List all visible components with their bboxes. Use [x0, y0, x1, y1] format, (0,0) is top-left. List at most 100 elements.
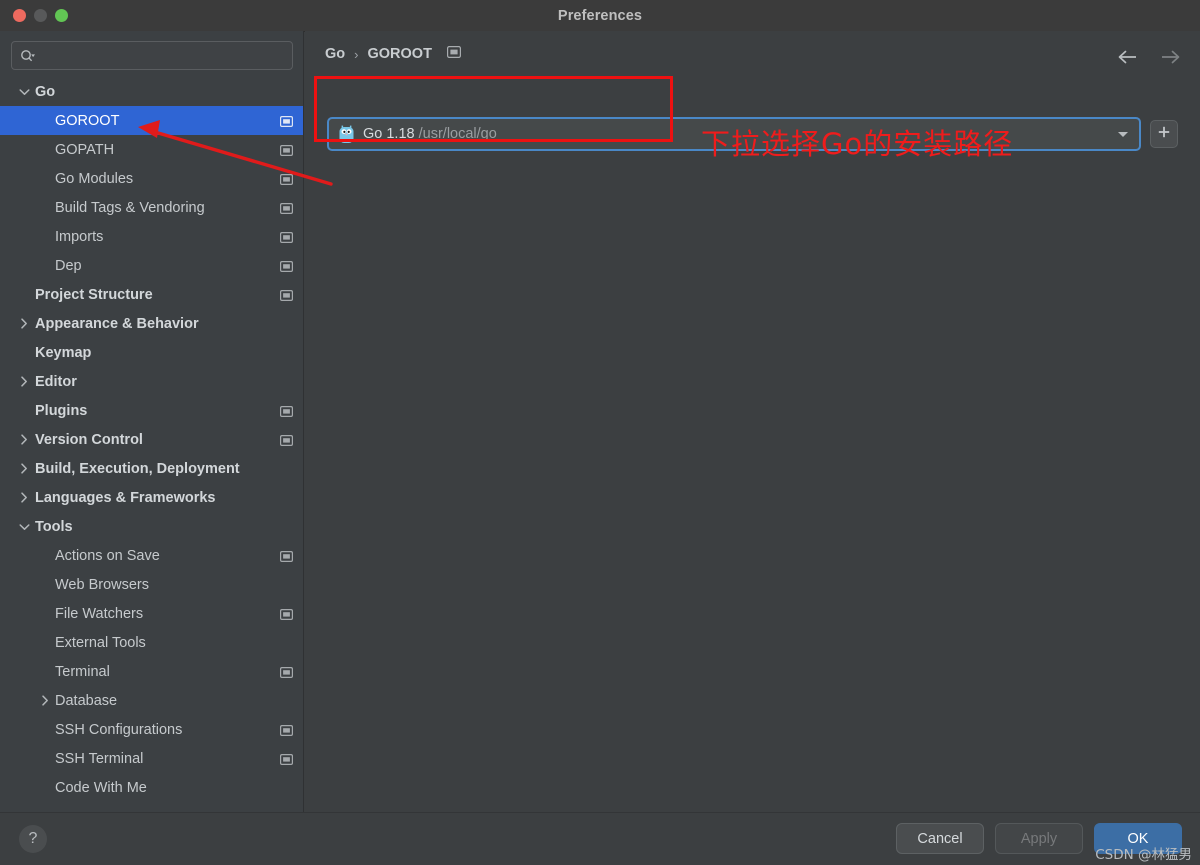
sidebar-item-label: Database: [55, 692, 118, 709]
search-icon: [20, 49, 36, 63]
sidebar-item-file-watchers[interactable]: File Watchers: [0, 599, 303, 628]
settings-sidebar: Go GOROOT GOPATH Go Modules Build Tags & Ven…: [0, 31, 304, 812]
sidebar-item-ssh-terminal[interactable]: SSH Terminal: [0, 744, 303, 773]
goroot-path: /usr/local/go: [418, 126, 497, 142]
project-scope-icon: [280, 260, 294, 273]
cancel-button[interactable]: Cancel: [896, 823, 984, 854]
sidebar-item-label: SSH Configurations: [55, 721, 183, 738]
sidebar-item-label: Appearance & Behavior: [35, 315, 199, 332]
gopher-icon: [338, 125, 355, 144]
sidebar-item-label: Project Structure: [35, 286, 153, 303]
help-button[interactable]: ?: [19, 825, 47, 853]
sidebar-item-label: External Tools: [55, 634, 146, 651]
goroot-version: Go 1.18: [363, 126, 415, 142]
sidebar-item-version-control[interactable]: Version Control: [0, 425, 303, 454]
window-controls: [13, 0, 68, 31]
breadcrumb: Go › GOROOT: [325, 46, 461, 62]
sidebar-item-code-with-me[interactable]: Code With Me: [0, 773, 303, 802]
sidebar-item-label: Keymap: [35, 344, 92, 361]
sidebar-item-appearance-behavior[interactable]: Appearance & Behavior: [0, 309, 303, 338]
project-scope-icon: [280, 753, 294, 766]
close-window-button[interactable]: [13, 9, 26, 22]
sidebar-item-label: Imports: [55, 228, 104, 245]
window-title: Preferences: [557, 7, 643, 24]
sidebar-item-goroot[interactable]: GOROOT: [0, 106, 303, 135]
search-box[interactable]: [11, 41, 293, 70]
sidebar-item-web-browsers[interactable]: Web Browsers: [0, 570, 303, 599]
project-scope-icon: [280, 666, 294, 679]
sidebar-item-label: Code With Me: [55, 779, 147, 796]
settings-tree: Go GOROOT GOPATH Go Modules Build Tags & Ven…: [0, 77, 303, 802]
minimize-window-button[interactable]: [34, 9, 47, 22]
zoom-window-button[interactable]: [55, 9, 68, 22]
apply-button: Apply: [995, 823, 1083, 854]
project-scope-icon: [280, 289, 294, 302]
navigation-arrows: [1115, 44, 1183, 70]
chevron-right-icon[interactable]: [14, 318, 34, 329]
chevron-right-icon[interactable]: [14, 492, 34, 503]
project-scope-icon: [280, 405, 294, 418]
project-scope-icon: [280, 434, 294, 447]
sidebar-item-imports[interactable]: Imports: [0, 222, 303, 251]
project-scope-icon: [280, 550, 294, 563]
arrow-left-icon[interactable]: [1115, 44, 1141, 70]
sidebar-item-terminal[interactable]: Terminal: [0, 657, 303, 686]
sidebar-item-plugins[interactable]: Plugins: [0, 396, 303, 425]
sidebar-item-external-tools[interactable]: External Tools: [0, 628, 303, 657]
chevron-down-icon[interactable]: [14, 523, 34, 531]
sidebar-item-go-modules[interactable]: Go Modules: [0, 164, 303, 193]
project-scope-icon[interactable]: [446, 46, 461, 62]
sidebar-item-label: Actions on Save: [55, 547, 160, 564]
sidebar-item-label: Go: [35, 83, 56, 100]
breadcrumb-leaf: GOROOT: [367, 46, 432, 62]
chevron-right-icon[interactable]: [14, 463, 34, 474]
chevron-right-icon[interactable]: [14, 434, 34, 445]
sidebar-item-label: Languages & Frameworks: [35, 489, 216, 506]
sidebar-item-database[interactable]: Database: [0, 686, 303, 715]
sidebar-item-editor[interactable]: Editor: [0, 367, 303, 396]
chevron-right-icon[interactable]: [35, 695, 55, 706]
sidebar-item-label: GOROOT: [55, 112, 120, 129]
sidebar-item-project-structure[interactable]: Project Structure: [0, 280, 303, 309]
sidebar-item-keymap[interactable]: Keymap: [0, 338, 303, 367]
sidebar-item-label: GOPATH: [55, 141, 115, 158]
search-input[interactable]: [41, 47, 284, 64]
sidebar-item-label: Plugins: [35, 402, 88, 419]
sidebar-item-label: Terminal: [55, 663, 110, 680]
chevron-right-icon[interactable]: [14, 376, 34, 387]
arrow-right-icon[interactable]: [1157, 44, 1183, 70]
project-scope-icon: [280, 608, 294, 621]
sidebar-item-build-execution-deployment[interactable]: Build, Execution, Deployment: [0, 454, 303, 483]
project-scope-icon: [280, 173, 294, 186]
preferences-window: Preferences Go GOROOT GOPATH Go Modules Buil…: [0, 0, 1200, 865]
sidebar-item-build-tags-vendoring[interactable]: Build Tags & Vendoring: [0, 193, 303, 222]
sidebar-item-label: Tools: [35, 518, 73, 535]
sidebar-item-gopath[interactable]: GOPATH: [0, 135, 303, 164]
sidebar-item-label: Editor: [35, 373, 77, 390]
sidebar-item-ssh-configurations[interactable]: SSH Configurations: [0, 715, 303, 744]
sidebar-item-label: Build Tags & Vendoring: [55, 199, 205, 216]
sidebar-item-label: SSH Terminal: [55, 750, 144, 767]
sidebar-item-go[interactable]: Go: [0, 77, 303, 106]
title-bar: Preferences: [0, 0, 1200, 32]
annotation-text: 下拉选择Go的安装路径: [701, 127, 1014, 161]
chevron-down-icon[interactable]: [1113, 130, 1133, 138]
project-scope-icon: [280, 231, 294, 244]
plus-icon: [1157, 125, 1171, 144]
sidebar-item-label: Build, Execution, Deployment: [35, 460, 240, 477]
breadcrumb-separator: ›: [354, 46, 359, 62]
project-scope-icon: [280, 115, 294, 128]
breadcrumb-root[interactable]: Go: [325, 46, 345, 62]
sidebar-item-actions-on-save[interactable]: Actions on Save: [0, 541, 303, 570]
add-goroot-button[interactable]: [1150, 120, 1178, 148]
goroot-value: Go 1.18 /usr/local/go: [363, 126, 497, 142]
chevron-down-icon[interactable]: [14, 88, 34, 96]
sidebar-item-label: Web Browsers: [55, 576, 150, 593]
project-scope-icon: [280, 724, 294, 737]
sidebar-item-label: Dep: [55, 257, 82, 274]
sidebar-item-tools[interactable]: Tools: [0, 512, 303, 541]
sidebar-item-dep[interactable]: Dep: [0, 251, 303, 280]
project-scope-icon: [280, 202, 294, 215]
sidebar-item-languages-frameworks[interactable]: Languages & Frameworks: [0, 483, 303, 512]
sidebar-item-label: Go Modules: [55, 170, 134, 187]
